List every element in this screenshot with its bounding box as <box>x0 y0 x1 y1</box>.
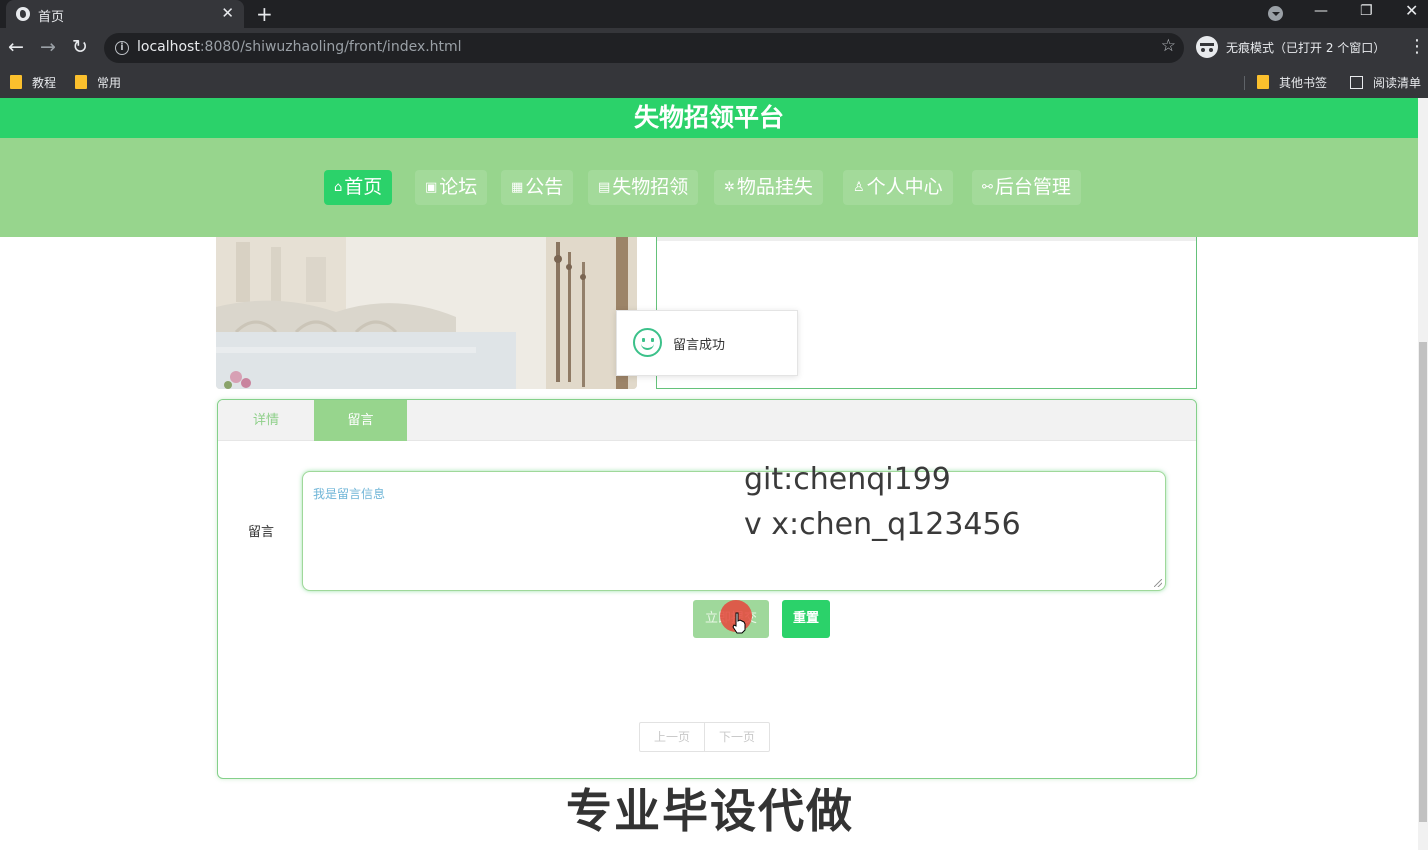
message-label: 留言 <box>248 525 275 540</box>
close-window-icon[interactable]: ✕ <box>1405 1 1418 20</box>
minimize-icon[interactable]: — <box>1314 3 1328 19</box>
overlay-git-text: git:chenqi199 <box>744 462 951 497</box>
nav-item-home[interactable]: ⌂ 首页 <box>324 170 393 205</box>
incognito-icon <box>1196 36 1218 58</box>
site-title: 失物招领平台 <box>0 98 1418 138</box>
new-tab-button[interactable]: + <box>256 2 273 26</box>
nav-item-lost-found[interactable]: ▤ 失物招领 <box>588 170 699 205</box>
pagination: 上一页 下一页 <box>639 722 771 752</box>
bookmark-folder-other[interactable]: 其他书签 <box>1257 74 1327 91</box>
folder-icon <box>75 75 87 89</box>
back-icon[interactable]: ← <box>8 36 24 58</box>
tab-title: 首页 <box>38 10 65 25</box>
browser-tab[interactable]: 首页 ✕ <box>6 0 244 28</box>
notice-icon: ▦ <box>511 180 524 195</box>
item-image-drawing <box>216 237 637 389</box>
detail-card: 详情 留言 留言 我是留言信息 立即提交 重置 上一页 下一页 <box>217 399 1197 779</box>
resize-handle[interactable] <box>1154 579 1162 587</box>
globe-icon <box>16 7 30 21</box>
report-loss-icon: ✲ <box>724 180 735 195</box>
message-textarea[interactable]: 我是留言信息 <box>302 471 1166 591</box>
incognito-label: 无痕模式（已打开 2 个窗口） <box>1226 41 1386 55</box>
prev-page-button[interactable]: 上一页 <box>640 723 704 751</box>
bookmark-separator <box>1244 76 1245 90</box>
browser-menu-icon[interactable]: ⋮ <box>1408 36 1426 57</box>
address-bar[interactable]: i localhost:8080/shiwuzhaoling/front/ind… <box>104 33 1184 63</box>
forum-icon: ▣ <box>425 180 438 195</box>
url-text[interactable]: localhost:8080/shiwuzhaoling/front/index… <box>137 39 462 55</box>
bookmark-star-icon[interactable]: ☆ <box>1161 36 1176 56</box>
nav-item-admin[interactable]: ⚯ 后台管理 <box>972 170 1081 205</box>
page-viewport: 失物招领平台 ⌂ 首页 ▣ 论坛 ▦ 公告 ▤ 失物招领 ✲ 物品挂失 ♙ 个人中心 ⚯ 后台… <box>0 98 1428 850</box>
detail-tabs: 详情 留言 <box>218 400 1196 441</box>
nav-item-forum[interactable]: ▣ 论坛 <box>415 170 488 205</box>
page-scrollbar[interactable] <box>1418 98 1428 850</box>
forward-icon[interactable]: → <box>40 36 56 58</box>
browser-tab-strip: 首页 ✕ + — ❐ ✕ <box>0 0 1428 28</box>
success-toast: 留言成功 <box>616 310 798 376</box>
reset-button[interactable]: 重置 <box>782 600 830 638</box>
bookmark-folder-common[interactable]: 常用 <box>75 74 121 91</box>
bookmark-folder-tutorial[interactable]: 教程 <box>10 74 56 91</box>
smile-icon <box>633 328 662 357</box>
scrollbar-thumb[interactable] <box>1419 342 1427 822</box>
bookmarks-bar: 教程 常用 其他书签 阅读清单 <box>0 68 1428 98</box>
folder-icon <box>10 75 22 89</box>
tab-messages[interactable]: 留言 <box>314 400 407 441</box>
nav-item-profile[interactable]: ♙ 个人中心 <box>843 170 953 205</box>
overlay-banner-text: 专业毕设代做 <box>566 784 854 838</box>
nav-item-report-loss[interactable]: ✲ 物品挂失 <box>714 170 823 205</box>
folder-icon <box>1257 75 1269 89</box>
reading-list[interactable]: 阅读清单 <box>1350 74 1421 91</box>
restore-icon[interactable]: ❐ <box>1360 3 1373 19</box>
reload-icon[interactable]: ↻ <box>72 36 88 58</box>
hand-cursor-icon <box>732 612 746 634</box>
site-info-icon[interactable]: i <box>115 41 129 55</box>
tab-close-icon[interactable]: ✕ <box>221 4 234 22</box>
nav-item-notice[interactable]: ▦ 公告 <box>501 170 574 205</box>
link-icon: ⚯ <box>982 180 993 195</box>
tab-details[interactable]: 详情 <box>218 400 314 441</box>
main-nav: ⌂ 首页 ▣ 论坛 ▦ 公告 ▤ 失物招领 ✲ 物品挂失 ♙ 个人中心 ⚯ 后台管理 <box>0 138 1418 237</box>
textarea-placeholder: 我是留言信息 <box>313 487 386 501</box>
user-icon: ♙ <box>853 180 865 195</box>
lost-found-icon: ▤ <box>598 180 611 195</box>
home-icon: ⌂ <box>334 180 343 195</box>
browser-toolbar: ← → ↻ i localhost:8080/shiwuzhaoling/fro… <box>0 28 1428 68</box>
panel-top-strip <box>657 237 1196 241</box>
toast-message: 留言成功 <box>673 338 726 353</box>
tab-search-icon[interactable] <box>1268 6 1283 21</box>
reading-list-icon <box>1350 76 1363 89</box>
next-page-button[interactable]: 下一页 <box>704 723 769 751</box>
item-image <box>216 237 637 389</box>
overlay-wx-text: v x:chen_q123456 <box>744 507 1021 542</box>
